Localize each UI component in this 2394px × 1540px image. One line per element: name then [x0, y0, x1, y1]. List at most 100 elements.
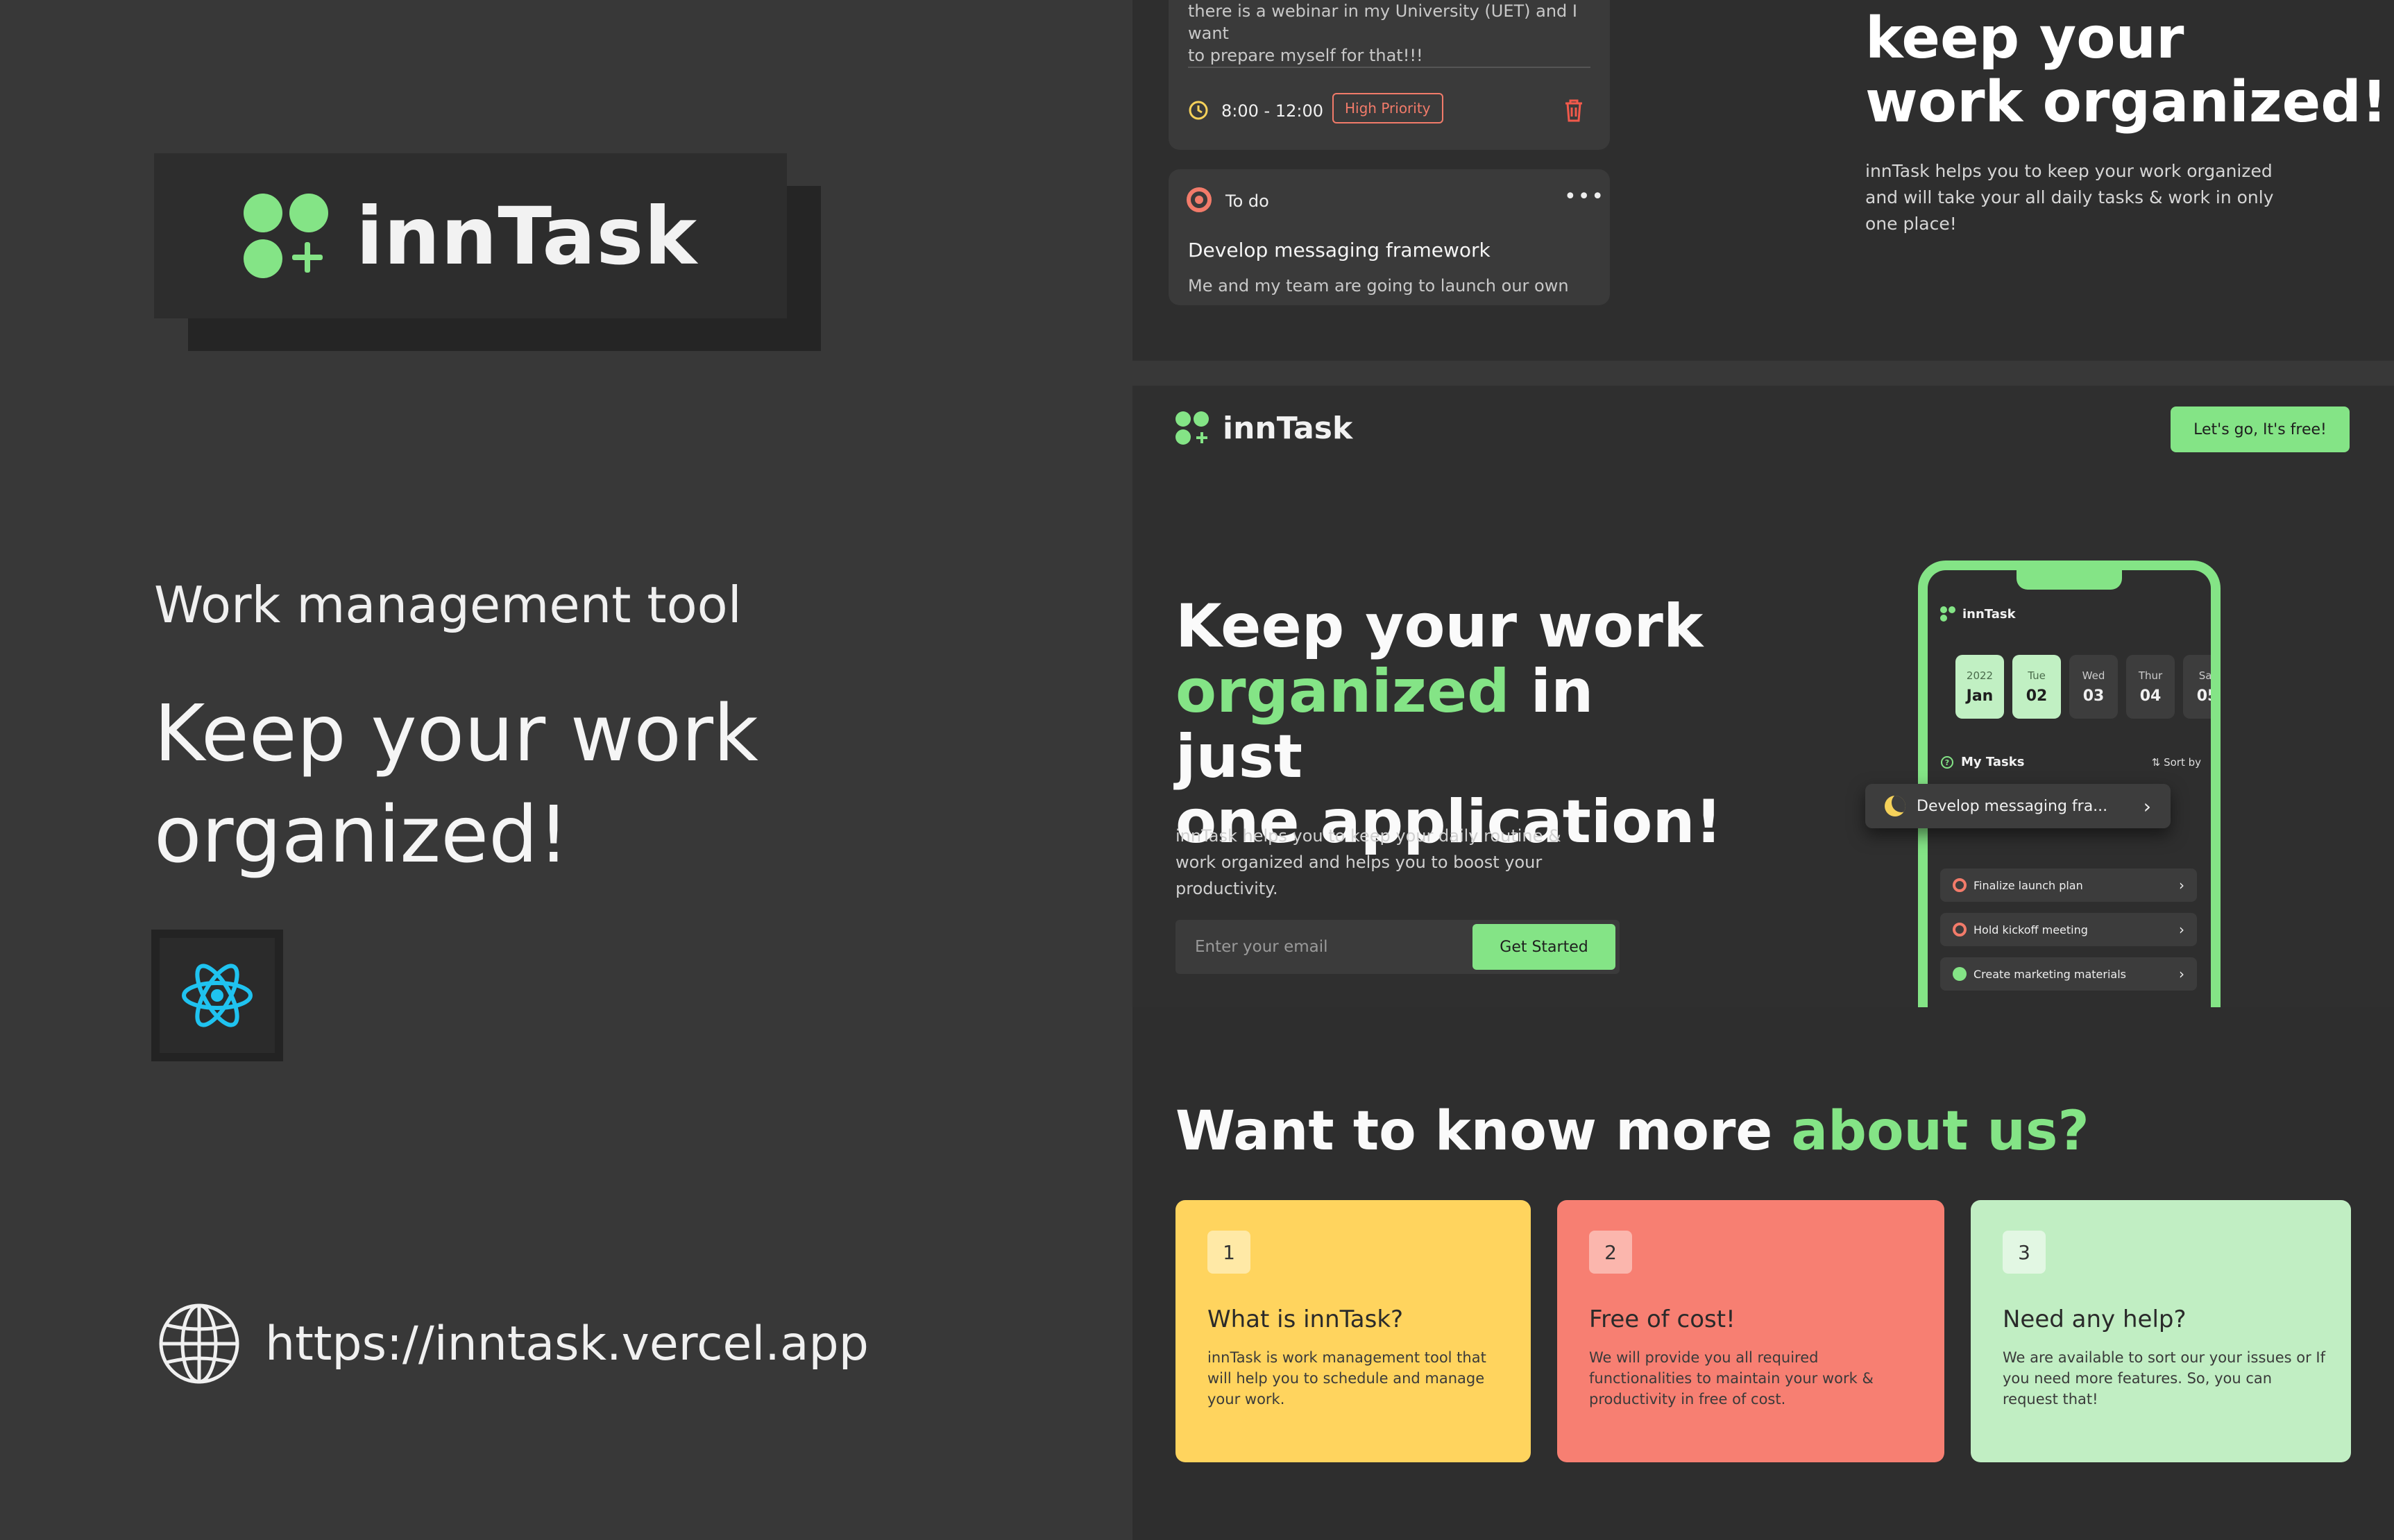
task-desc-line-1: there is a webinar in my University (UET…: [1188, 1, 1577, 43]
day-name: Tue: [2028, 669, 2046, 682]
landing-description: innTask helps you to keep your daily rou…: [1175, 826, 1561, 898]
phone-task-label: Finalize launch plan: [1973, 878, 2083, 892]
nav-logo-text: innTask: [1223, 411, 1353, 446]
right-heading-line-2: work organized!: [1865, 69, 2388, 135]
about-heading: Want to know more about us?: [1175, 1100, 2089, 1163]
day-date: 05: [2196, 687, 2218, 705]
card-title: Need any help?: [2003, 1306, 2187, 1333]
inntask-logo-icon: [243, 194, 328, 278]
task-time: 8:00 - 12:00: [1221, 101, 1323, 121]
floating-task-card[interactable]: Develop messaging fra... ›: [1865, 784, 2171, 828]
phone-task-label: Create marketing materials: [1973, 967, 2126, 981]
my-tasks-text: My Tasks: [1961, 755, 2025, 769]
priority-badge: High Priority: [1332, 93, 1443, 123]
sort-icon: ⇅: [2151, 756, 2164, 769]
inntask-logo-icon: [1940, 606, 1955, 622]
trash-icon[interactable]: [1564, 99, 1584, 122]
phone-task-item[interactable]: Create marketing materials ›: [1940, 957, 2197, 991]
day-chip[interactable]: Tue 02: [2012, 655, 2061, 719]
promo-panel: innTask Work management tool Keep your w…: [0, 0, 1132, 1540]
hero-line-1: Keep your work: [154, 689, 758, 779]
day-date: 04: [2139, 687, 2162, 705]
landing-preview: innTask Let's go, It's free! Keep your w…: [1132, 386, 2394, 1007]
day-date: 03: [2082, 687, 2105, 705]
email-form: Get Started: [1175, 920, 1620, 974]
sort-by-text: Sort by: [2164, 756, 2201, 769]
card-number: 1: [1207, 1231, 1250, 1274]
date-picker: 2022 Jan Tue 02 Wed 03 Thur 04 Sat 05: [1955, 655, 2218, 719]
card-number: 3: [2003, 1231, 2046, 1274]
card-title: What is innTask?: [1207, 1306, 1404, 1333]
day-name: Wed: [2082, 669, 2105, 682]
heading-highlight: organized: [1175, 657, 1510, 726]
day-date: Jan: [1966, 687, 1994, 705]
my-tasks-label: ? My Tasks: [1940, 755, 2024, 769]
task-status: To do: [1225, 191, 1269, 211]
day-name: Thur: [2138, 669, 2163, 682]
url-text[interactable]: https://inntask.vercel.app: [265, 1317, 869, 1371]
phone-notch: [2017, 570, 2122, 590]
inntask-logo-icon: [1175, 411, 1210, 446]
task-cards-section: there is a webinar in my University (UET…: [1132, 0, 2394, 361]
chevron-right-icon: ›: [2179, 877, 2184, 893]
landing-heading-line-1: Keep your work: [1175, 592, 1704, 661]
sort-by-button[interactable]: ⇅ Sort by: [2152, 756, 2201, 769]
card-text: innTask is work management tool that wil…: [1207, 1349, 1486, 1408]
hero-heading: Keep your work organized!: [154, 683, 1056, 886]
task-title: Develop messaging framework: [1188, 239, 1491, 262]
day-chip[interactable]: Wed 03: [2069, 655, 2118, 719]
clock-icon: [1189, 101, 1208, 120]
right-description: innTask helps you to keep your work orga…: [1865, 161, 2274, 234]
moon-icon: [1885, 796, 1905, 816]
task-description: Me and my team are going to launch our o…: [1188, 276, 1569, 296]
help-icon: ?: [1941, 755, 1953, 769]
phone-logo-text: innTask: [1962, 606, 2016, 622]
day-name: 2022: [1966, 669, 1994, 682]
nav-logo[interactable]: innTask: [1175, 411, 1352, 446]
website-link[interactable]: https://inntask.vercel.app: [158, 1303, 869, 1385]
email-input[interactable]: [1195, 920, 1459, 974]
card-text: We are available to sort our your issues…: [2003, 1349, 2325, 1408]
task-description: there is a webinar in my University (UET…: [1188, 0, 1610, 67]
lets-go-button[interactable]: Let's go, It's free!: [2171, 407, 2350, 452]
card-number: 2: [1589, 1231, 1632, 1274]
more-options-icon[interactable]: •••: [1564, 185, 1605, 209]
card-title: Free of cost!: [1589, 1306, 1735, 1333]
day-name: Sat: [2198, 669, 2216, 682]
right-heading-line-1: keep your: [1865, 6, 2184, 71]
chevron-right-icon: ›: [2143, 794, 2151, 818]
phone-task-item[interactable]: Finalize launch plan ›: [1940, 869, 2197, 902]
about-card-free: 2 Free of cost! We will provide you all …: [1557, 1200, 1944, 1462]
globe-icon: [159, 1303, 239, 1384]
about-section: Want to know more about us? 1 What is in…: [1132, 1007, 2394, 1540]
logo-text: innTask: [355, 189, 698, 282]
task-desc-line-2: to prepare myself for that!!!: [1188, 46, 1423, 65]
divider: [1188, 67, 1590, 68]
day-chip[interactable]: 2022 Jan: [1955, 655, 2004, 719]
day-chip[interactable]: Sat 05: [2183, 655, 2218, 719]
card-text: We will provide you all required functio…: [1589, 1349, 1874, 1408]
about-card-help: 3 Need any help? We are available to sor…: [1971, 1200, 2351, 1462]
todo-status-icon: [1187, 187, 1212, 212]
phone-task-label: Hold kickoff meeting: [1973, 923, 2088, 936]
task-card-messaging[interactable]: To do ••• Develop messaging framework Me…: [1169, 169, 1610, 305]
day-date: 02: [2026, 687, 2048, 705]
status-icon: [1953, 923, 1967, 936]
landing-heading: Keep your work organized in just one app…: [1175, 594, 1731, 855]
react-icon: [182, 964, 253, 1027]
get-started-button[interactable]: Get Started: [1472, 924, 1615, 970]
phone-task-item[interactable]: Hold kickoff meeting ›: [1940, 913, 2197, 946]
task-card-webinar[interactable]: there is a webinar in my University (UET…: [1169, 0, 1610, 150]
about-heading-main: Want to know more: [1175, 1100, 1792, 1163]
day-chip[interactable]: Thur 04: [2126, 655, 2175, 719]
about-heading-highlight: about us?: [1791, 1100, 2089, 1163]
chevron-right-icon: ›: [2179, 966, 2184, 982]
chevron-right-icon: ›: [2179, 921, 2184, 938]
status-icon: [1953, 967, 1967, 981]
react-badge: [151, 930, 283, 1061]
floating-task-label: Develop messaging fra...: [1917, 797, 2108, 815]
phone-logo: innTask: [1940, 606, 2016, 622]
subtitle: Work management tool: [154, 576, 742, 634]
landing-heading-line-2: organized in just: [1175, 659, 1731, 789]
svg-text:?: ?: [1945, 758, 1949, 767]
